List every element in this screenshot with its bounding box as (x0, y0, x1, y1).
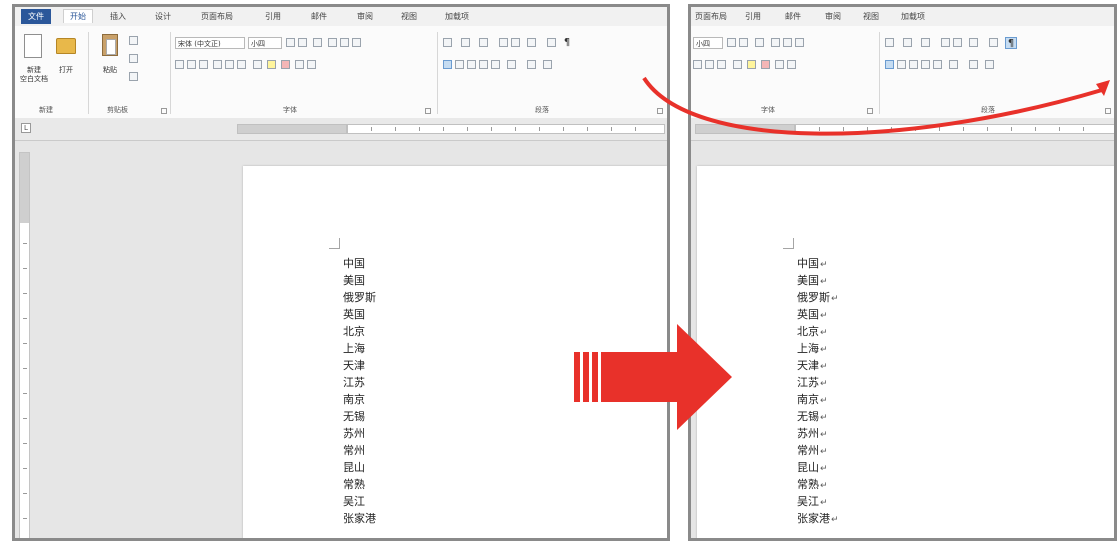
curved-arrow (642, 76, 1110, 136)
curved-arrow-path (642, 76, 1103, 136)
curved-arrow-head (1096, 80, 1110, 96)
transition-arrow-icon (574, 324, 732, 430)
